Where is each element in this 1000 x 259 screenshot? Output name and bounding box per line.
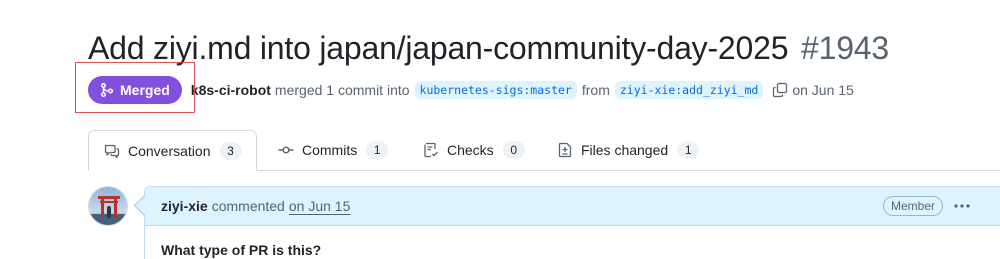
tab-checks-label: Checks xyxy=(447,142,494,158)
comment-date-link[interactable]: on Jun 15 xyxy=(289,198,351,214)
tab-conversation-label: Conversation xyxy=(128,142,211,159)
avatar-image xyxy=(89,187,127,225)
avatar[interactable] xyxy=(88,186,128,226)
tab-checks-count: 0 xyxy=(502,141,525,159)
pr-title-text: Add ziyi.md into japan/japan-community-d… xyxy=(88,30,789,66)
pr-title: Add ziyi.md into japan/japan-community-d… xyxy=(88,28,889,68)
comment-header: ziyi-xie commented on Jun 15 Member xyxy=(145,187,1000,226)
merged-commit-text: merged 1 commit into xyxy=(274,82,410,98)
tab-conversation[interactable]: Conversation 3 xyxy=(88,130,257,171)
merger-link[interactable]: k8s-ci-robot xyxy=(191,82,271,98)
pull-request-page: Add ziyi.md into japan/japan-community-d… xyxy=(0,0,1000,259)
comment-body-heading: What type of PR is this? xyxy=(161,242,322,258)
git-merge-icon xyxy=(100,82,114,98)
comment-card: ziyi-xie commented on Jun 15 Member What… xyxy=(144,186,1000,259)
merged-state-label: Merged xyxy=(120,82,170,98)
kebab-horizontal-icon[interactable] xyxy=(952,197,972,215)
copy-icon[interactable] xyxy=(772,82,788,98)
tab-commits[interactable]: Commits 1 xyxy=(278,130,389,170)
comment-action-text: commented xyxy=(211,198,285,214)
pr-tabs: Conversation 3 Commits 1 Checks 0 Files … xyxy=(88,130,1000,171)
base-branch-ref[interactable]: kubernetes-sigs:master xyxy=(414,81,577,99)
merge-date: on Jun 15 xyxy=(792,82,854,98)
tab-checks[interactable]: Checks 0 xyxy=(423,130,525,170)
from-text: from xyxy=(581,82,610,98)
tab-conversation-count: 3 xyxy=(219,141,242,160)
git-commit-icon xyxy=(278,146,294,154)
head-branch-ref[interactable]: ziyi-xie:add_ziyi_md xyxy=(614,81,764,99)
comment-author-link[interactable]: ziyi-xie xyxy=(161,198,208,214)
merged-state-badge: Merged xyxy=(88,76,182,104)
comment-discussion-icon xyxy=(104,144,120,158)
pr-number: #1943 xyxy=(801,30,890,66)
pr-meta: Merged k8s-ci-robot merged 1 commit into… xyxy=(88,76,854,104)
tab-files-changed-count: 1 xyxy=(677,141,700,159)
checklist-icon xyxy=(424,142,438,158)
tab-commits-label: Commits xyxy=(302,142,358,158)
file-diff-icon xyxy=(558,142,572,158)
tab-files-changed[interactable]: Files changed 1 xyxy=(557,130,700,170)
tab-commits-count: 1 xyxy=(366,141,389,159)
tab-files-changed-label: Files changed xyxy=(581,142,669,158)
member-role-badge: Member xyxy=(882,196,943,216)
